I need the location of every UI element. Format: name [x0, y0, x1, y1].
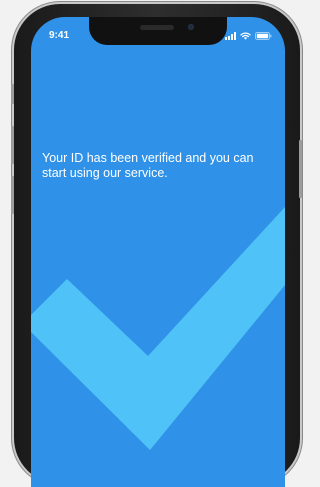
volume-up-button	[11, 126, 14, 164]
front-camera	[188, 24, 194, 30]
phone-screen: 9:41 Your ID has been verified and you c…	[31, 17, 285, 487]
wifi-icon	[240, 32, 251, 40]
status-icons	[225, 31, 272, 40]
power-button	[299, 140, 302, 198]
volume-down-button	[11, 176, 14, 214]
status-time: 9:41	[49, 30, 70, 41]
verification-message: Your ID has been verified and you can st…	[42, 151, 254, 180]
earpiece-speaker	[140, 25, 174, 30]
cellular-signal-icon	[225, 32, 236, 40]
checkmark-icon	[31, 207, 285, 450]
battery-icon	[255, 32, 272, 40]
notch	[89, 17, 227, 45]
mute-switch	[11, 84, 14, 104]
